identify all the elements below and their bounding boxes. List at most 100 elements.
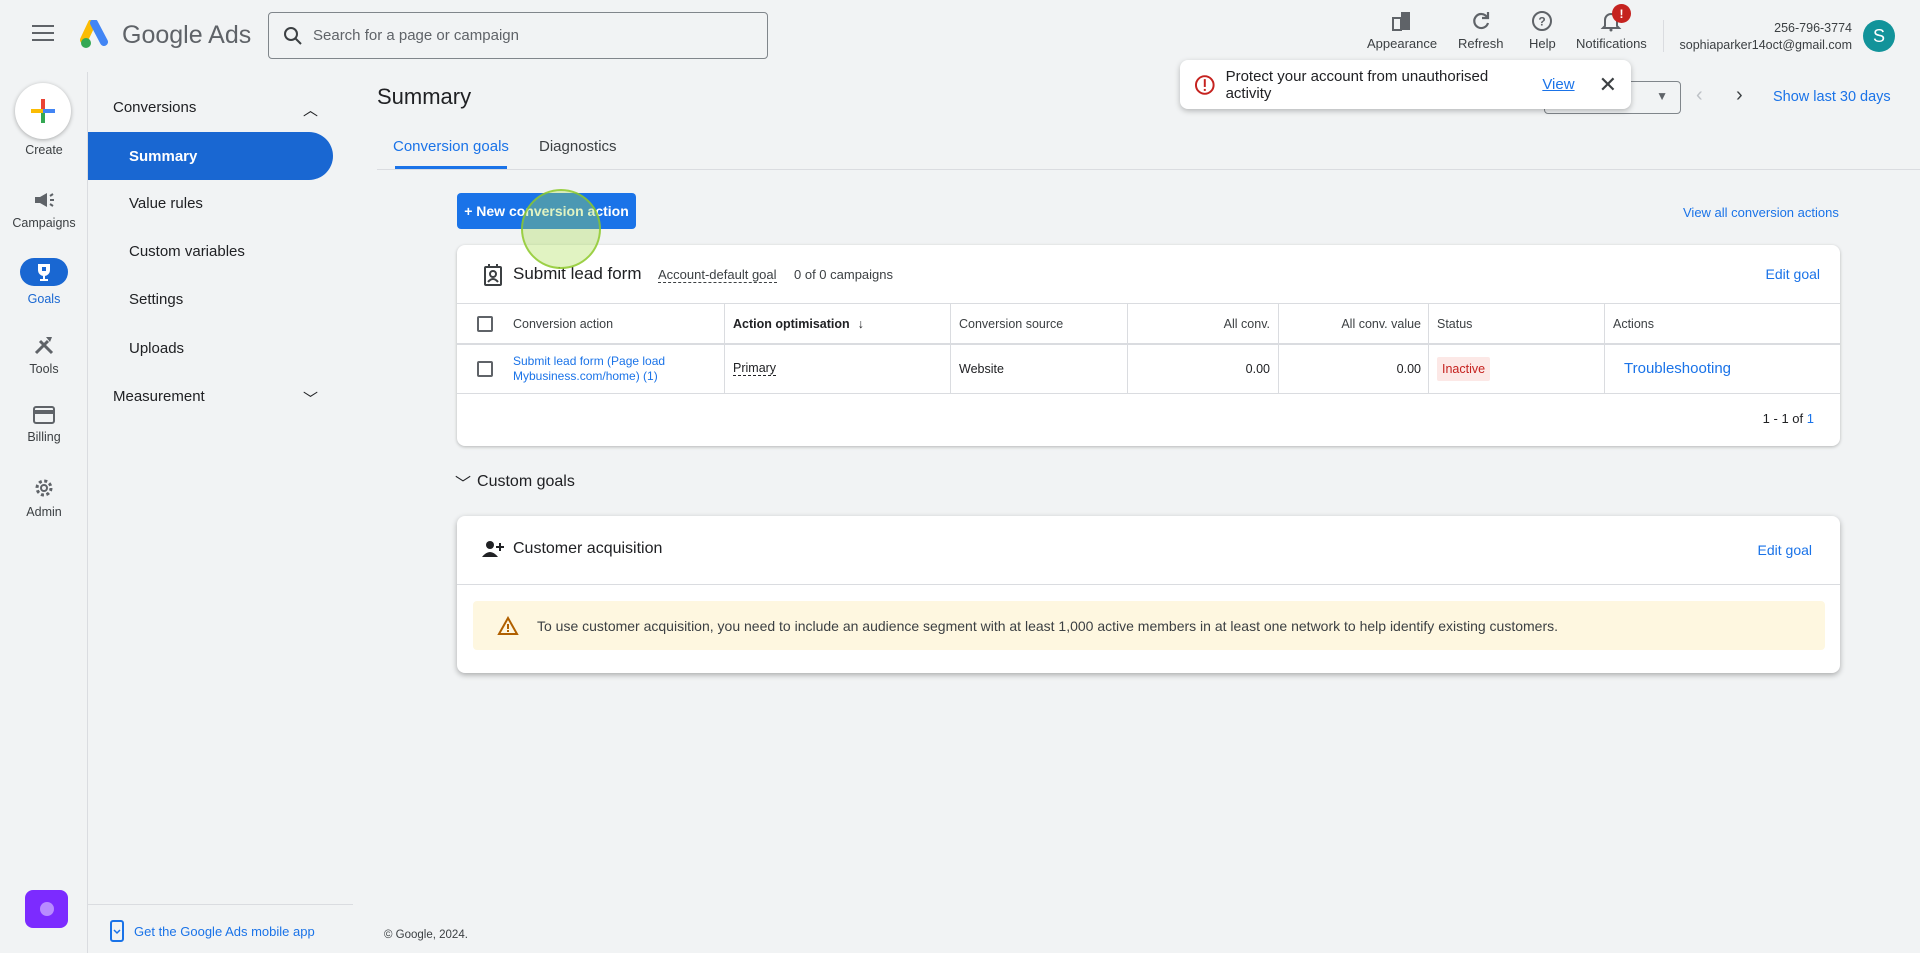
- megaphone-icon: [35, 193, 54, 207]
- divider: [377, 169, 1920, 170]
- credit-card-icon: [33, 406, 55, 424]
- tools-label: Tools: [29, 362, 59, 376]
- toast-text: Protect your account from unauthorised a…: [1225, 67, 1489, 102]
- previous-period-icon[interactable]: ‹: [1696, 84, 1703, 107]
- svg-text:?: ?: [1539, 15, 1546, 29]
- divider: [950, 304, 951, 393]
- troubleshooting-link[interactable]: Troubleshooting: [1624, 344, 1731, 393]
- billing-label: Billing: [27, 430, 61, 444]
- lead-form-icon: [484, 264, 502, 286]
- row-checkbox[interactable]: [477, 344, 493, 393]
- divider: [457, 584, 1840, 585]
- divider: [1604, 304, 1605, 393]
- page-title: Summary: [377, 84, 472, 109]
- nav-item-settings[interactable]: Settings: [129, 291, 183, 308]
- goal-card-customer-acquisition: Customer acquisition Edit goal To use cu…: [457, 516, 1840, 673]
- nav-item-summary[interactable]: Summary: [88, 132, 333, 180]
- view-all-conversion-actions-link[interactable]: View all conversion actions: [1683, 205, 1839, 220]
- nav-section-conversions[interactable]: Conversions ︿: [113, 99, 318, 120]
- pagination-total: 1: [1806, 411, 1814, 426]
- assistant-button[interactable]: [25, 890, 68, 928]
- avatar[interactable]: S: [1863, 20, 1895, 52]
- create-button[interactable]: [15, 83, 71, 139]
- menu-icon[interactable]: [32, 25, 54, 41]
- conversion-source-value: Website: [959, 361, 1004, 376]
- conversion-action-link[interactable]: Submit lead form (Page load Mybusiness.co…: [513, 344, 665, 393]
- account-info[interactable]: 256-796-3774 sophiaparker14oct@gmail.com: [1680, 20, 1853, 54]
- google-ads-logo-icon: [80, 20, 108, 48]
- account-default-goal-label[interactable]: Account-default goal: [658, 267, 777, 283]
- campaign-count: 0 of 0 campaigns: [794, 267, 894, 282]
- phone-icon: [110, 920, 124, 942]
- column-header-all-conv-value[interactable]: All conv. value: [1278, 304, 1421, 344]
- select-all-checkbox[interactable]: [477, 304, 493, 344]
- divider: [457, 393, 1840, 394]
- column-header-conversion-action[interactable]: Conversion action: [513, 304, 613, 344]
- refresh-label: Refresh: [1458, 36, 1504, 51]
- column-header-conversion-source[interactable]: Conversion source: [959, 304, 1063, 344]
- optimisation-value[interactable]: Primary: [733, 361, 777, 376]
- mobile-app-link[interactable]: Get the Google Ads mobile app: [88, 904, 353, 942]
- search-box[interactable]: [268, 12, 768, 59]
- refresh-icon: [1473, 12, 1489, 30]
- customer-acquisition-title: Customer acquisition: [513, 540, 663, 557]
- search-input[interactable]: [313, 27, 767, 44]
- click-highlight: [521, 189, 601, 269]
- rail-item-tools[interactable]: Tools: [0, 334, 88, 376]
- help-button[interactable]: ? Help: [1529, 10, 1556, 51]
- campaigns-label: Campaigns: [12, 216, 76, 230]
- status-badge: Inactive: [1437, 356, 1491, 381]
- goals-pill: [20, 258, 68, 286]
- conversion-action-line1: Submit lead form (Page load: [513, 353, 666, 368]
- account-email: sophiaparker14oct@gmail.com: [1679, 38, 1853, 52]
- rail-item-goals[interactable]: Goals: [0, 258, 88, 306]
- column-header-status[interactable]: Status: [1437, 304, 1472, 344]
- tab-conversion-goals[interactable]: Conversion goals: [393, 138, 509, 155]
- measurement-label: Measurement: [113, 388, 205, 405]
- goals-label: Goals: [27, 292, 61, 306]
- nav-item-custom-variables[interactable]: Custom variables: [129, 243, 245, 260]
- column-header-all-conv[interactable]: All conv.: [1127, 304, 1270, 344]
- divider: [1428, 304, 1429, 393]
- notifications-label: Notifications: [1576, 36, 1647, 51]
- goal-title: Submit lead form: [513, 264, 642, 283]
- warning-icon: [497, 615, 519, 635]
- column-header-action-optimisation[interactable]: Action optimisation ↓: [733, 304, 864, 344]
- mobile-app-label: Get the Google Ads mobile app: [134, 923, 315, 939]
- close-icon[interactable]: ✕: [1599, 72, 1617, 98]
- rail-item-campaigns[interactable]: Campaigns: [0, 190, 88, 230]
- chevron-down-icon: ﹀: [455, 476, 472, 493]
- tab-diagnostics[interactable]: Diagnostics: [539, 138, 617, 155]
- google-ads-logo[interactable]: Google Ads: [80, 20, 251, 50]
- edit-goal-link[interactable]: Edit goal: [1766, 266, 1820, 282]
- all-conv-value: 0.00: [1245, 361, 1270, 376]
- refresh-button[interactable]: Refresh: [1458, 10, 1504, 51]
- help-icon: ?: [1532, 11, 1553, 31]
- pagination-range: 1 - 1 of: [1762, 411, 1804, 426]
- rail-create-label[interactable]: Create: [0, 143, 88, 157]
- edit-goal-link[interactable]: Edit goal: [1758, 542, 1812, 558]
- custom-goals-toggle[interactable]: ﹀ Custom goals: [455, 470, 575, 494]
- assistant-icon: [39, 902, 54, 916]
- rail-item-admin[interactable]: Admin: [0, 477, 88, 519]
- create-label: Create: [25, 143, 63, 157]
- nav-section-measurement[interactable]: Measurement ﹀: [113, 388, 318, 409]
- show-last-30-days-link[interactable]: Show last 30 days: [1773, 89, 1891, 105]
- rail-item-billing[interactable]: Billing: [0, 406, 88, 444]
- account-phone: 256-796-3774: [1774, 21, 1852, 35]
- nav-item-uploads[interactable]: Uploads: [129, 340, 184, 357]
- column-header-actions: Actions: [1613, 317, 1654, 331]
- appearance-button[interactable]: Appearance: [1367, 10, 1437, 51]
- notification-badge: !: [1612, 4, 1631, 23]
- chevron-up-icon: ︿: [302, 102, 318, 119]
- toast-view-link[interactable]: View: [1542, 76, 1574, 93]
- side-nav: [88, 72, 353, 953]
- next-period-icon[interactable]: ›: [1736, 84, 1743, 107]
- copyright: © Google, 2024.: [384, 929, 468, 941]
- gear-icon: [35, 479, 53, 497]
- conversions-label: Conversions: [113, 99, 197, 116]
- nav-item-value-rules[interactable]: Value rules: [129, 195, 203, 212]
- conversion-action-line2: Mybusiness.com/home) (1): [513, 368, 658, 383]
- trophy-icon: [38, 264, 50, 281]
- divider: [1663, 20, 1664, 52]
